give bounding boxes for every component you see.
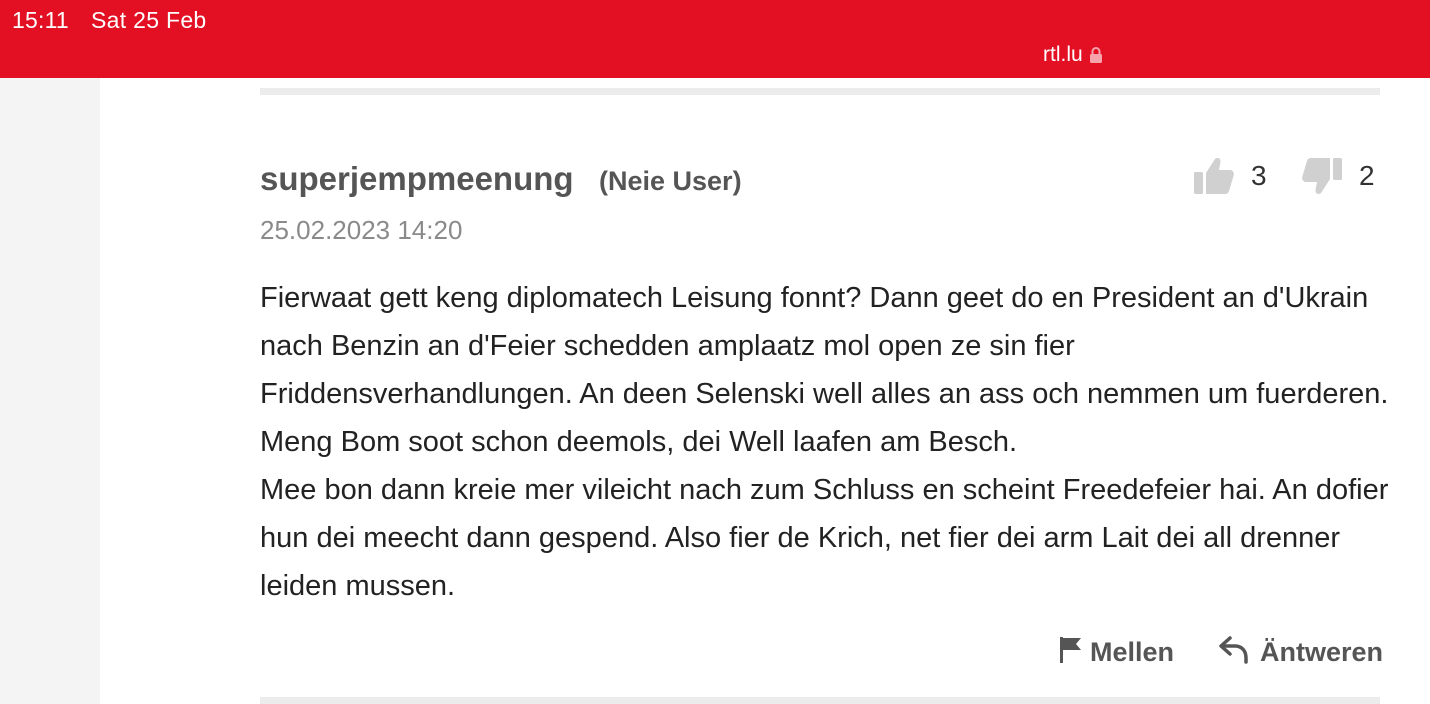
comment-body: Fierwaat gett keng diplomatech Leisung f…	[260, 274, 1390, 610]
reply-arrow-icon	[1218, 634, 1250, 671]
user-status-tag: (Neie User)	[599, 166, 742, 196]
reply-label: Äntweren	[1260, 636, 1384, 667]
status-date: Sat 25 Feb	[91, 7, 207, 33]
comment-paragraph: Fierwaat gett keng diplomatech Leisung f…	[260, 282, 1389, 458]
dislike-button[interactable]: 2	[1301, 154, 1375, 198]
report-label: Mellen	[1090, 636, 1175, 667]
comment-timestamp: 25.02.2023 14:20	[260, 215, 463, 245]
flag-icon	[1058, 634, 1084, 671]
thumbs-down-icon	[1301, 156, 1343, 196]
like-button[interactable]: 3	[1193, 154, 1267, 198]
status-time: 15:11	[12, 7, 69, 33]
url-text: rtl.lu	[1043, 43, 1083, 66]
address-bar[interactable]: rtl.lu	[1043, 41, 1103, 69]
divider-bottom	[260, 697, 1380, 704]
reply-button[interactable]: Äntweren	[1218, 634, 1383, 670]
page-left-margin	[0, 78, 100, 704]
comment-author[interactable]: superjempmeenung	[260, 160, 574, 198]
divider-top	[260, 88, 1380, 95]
comment-card: superjempmeenung (Neie User) 25.02.2023 …	[100, 78, 1430, 704]
thumbs-up-icon	[1193, 156, 1235, 196]
status-bar: 15:11 Sat 25 Feb rtl.lu	[0, 0, 1430, 78]
comment-paragraph: Mee bon dann kreie mer vileicht nach zum…	[260, 474, 1389, 602]
lock-icon	[1089, 46, 1103, 64]
dislike-count: 2	[1359, 160, 1375, 191]
report-button[interactable]: Mellen	[1058, 634, 1174, 670]
like-count: 3	[1251, 160, 1267, 191]
